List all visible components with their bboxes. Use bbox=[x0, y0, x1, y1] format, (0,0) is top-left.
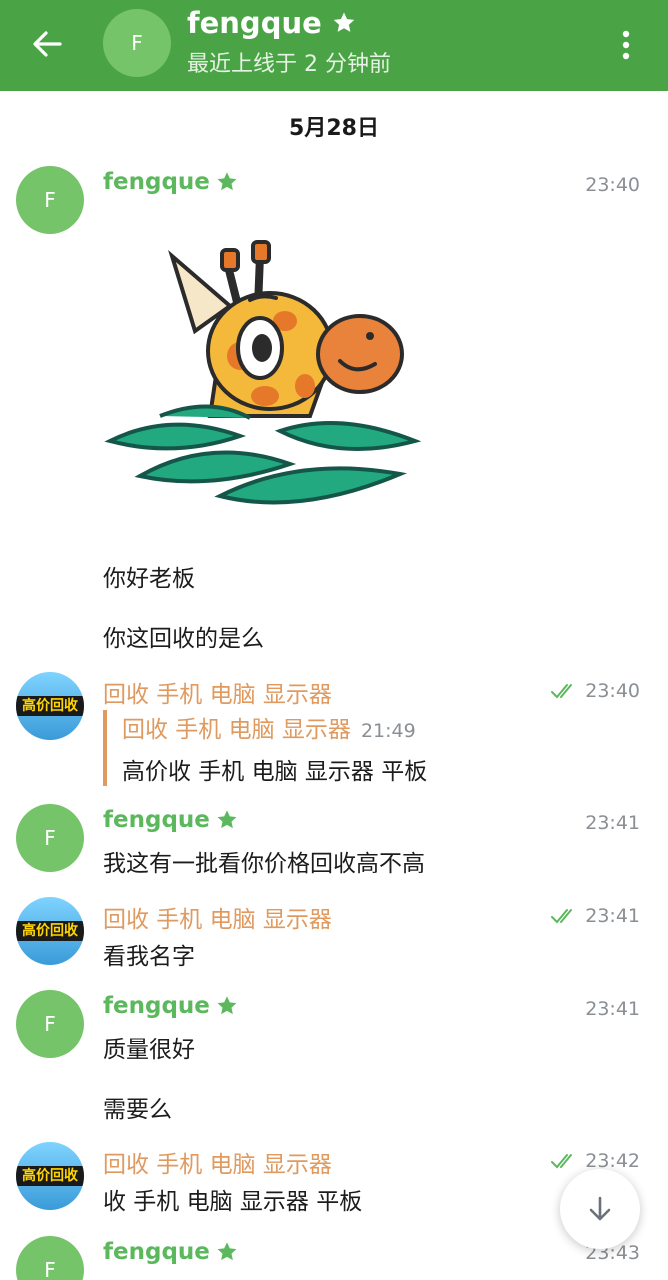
more-options-button[interactable] bbox=[612, 28, 640, 62]
avatar-label: 高价回收 bbox=[16, 696, 84, 716]
message-text[interactable]: 你这回收的是么 bbox=[103, 619, 264, 653]
avatar-label: 高价回收 bbox=[16, 921, 84, 941]
reply-quote[interactable]: 回收 手机 电脑 显示器 21:49 高价收 手机 电脑 显示器 平板 bbox=[103, 710, 427, 786]
message-text: 我这有一批看你价格回收高不高 bbox=[103, 851, 425, 877]
message-text: 质量很好 bbox=[103, 1037, 195, 1063]
reply-text: 高价收 手机 电脑 显示器 平板 bbox=[122, 759, 428, 785]
reply-sender: 回收 手机 电脑 显示器 bbox=[122, 717, 351, 743]
message-text: 看我名字 bbox=[103, 944, 195, 970]
double-check-icon bbox=[551, 909, 573, 924]
more-vert-icon bbox=[622, 30, 630, 60]
sender-name[interactable]: fengque bbox=[103, 169, 238, 195]
chat-title[interactable]: fengque bbox=[187, 6, 356, 40]
sender-name[interactable]: fengque bbox=[103, 1239, 238, 1265]
last-seen-status: 最近上线于 2 分钟前 bbox=[187, 52, 391, 77]
back-button[interactable] bbox=[26, 24, 70, 64]
sender-name[interactable]: 回收 手机 电脑 显示器 bbox=[103, 900, 332, 934]
star-icon bbox=[217, 172, 237, 191]
avatar-label: 高价回收 bbox=[16, 1166, 84, 1186]
star-icon bbox=[333, 12, 355, 32]
avatar[interactable]: 高价回收 bbox=[16, 1142, 84, 1210]
avatar[interactable]: F bbox=[103, 9, 171, 77]
sender-name[interactable]: fengque bbox=[103, 807, 238, 833]
message[interactable]: 高价回收 回收 手机 电脑 显示器 23:40 回收 手机 电脑 显示器 21:… bbox=[0, 672, 668, 786]
message-time: 23:41 bbox=[585, 998, 640, 1020]
arrow-down-icon bbox=[589, 1196, 611, 1221]
sender-name[interactable]: 回收 手机 电脑 显示器 bbox=[103, 675, 332, 709]
date-separator: 5月28日 bbox=[289, 116, 379, 141]
avatar[interactable]: F bbox=[16, 166, 84, 234]
message-text: 收 手机 电脑 显示器 平板 bbox=[103, 1189, 363, 1215]
back-arrow-icon bbox=[33, 31, 62, 57]
reply-time: 21:49 bbox=[360, 720, 416, 742]
star-icon bbox=[217, 996, 237, 1015]
message[interactable]: 高价回收 回收 手机 电脑 显示器 23:41 看我名字 bbox=[0, 897, 668, 970]
star-icon bbox=[217, 1242, 237, 1261]
message-text[interactable]: 你好老板 bbox=[103, 559, 195, 593]
avatar[interactable]: 高价回收 bbox=[16, 672, 84, 740]
message-text[interactable]: 需要么 bbox=[103, 1090, 172, 1124]
avatar[interactable]: F bbox=[16, 1236, 84, 1280]
chat-title-text: fengque bbox=[187, 6, 322, 40]
avatar[interactable]: F bbox=[16, 990, 84, 1058]
double-check-icon bbox=[551, 684, 573, 699]
avatar[interactable]: 高价回收 bbox=[16, 897, 84, 965]
sender-name[interactable]: fengque bbox=[103, 993, 238, 1019]
message-time: 23:40 bbox=[551, 680, 640, 702]
giraffe-sticker[interactable] bbox=[100, 236, 430, 536]
message-time: 23:40 bbox=[585, 174, 640, 196]
star-icon bbox=[217, 810, 237, 829]
sender-name[interactable]: 回收 手机 电脑 显示器 bbox=[103, 1145, 332, 1179]
double-check-icon bbox=[551, 1154, 573, 1169]
scroll-to-bottom-button[interactable] bbox=[560, 1169, 640, 1249]
avatar[interactable]: F bbox=[16, 804, 84, 872]
message-time: 23:41 bbox=[551, 905, 640, 927]
chat-header: F fengque 最近上线于 2 分钟前 bbox=[0, 0, 668, 91]
message-time: 23:41 bbox=[585, 812, 640, 834]
